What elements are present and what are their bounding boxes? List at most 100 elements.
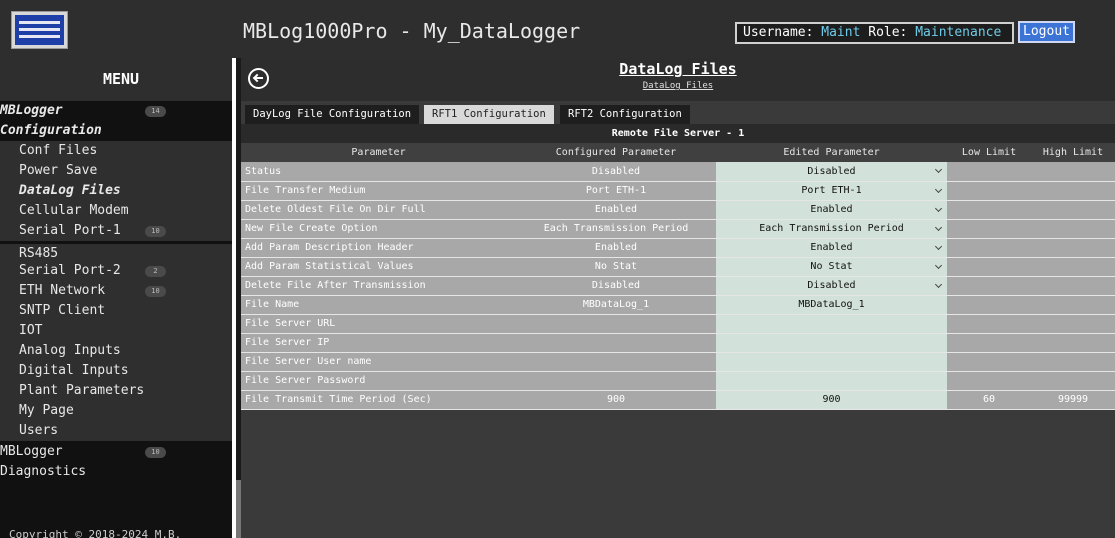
sidebar-item-label: Conf Files xyxy=(19,143,98,158)
sidebar-item-cellular-modem[interactable]: Cellular Modem xyxy=(0,201,232,221)
breadcrumb[interactable]: DataLog Files xyxy=(241,81,1115,91)
tab-rft1-config[interactable]: RFT1 Configuration xyxy=(424,105,554,124)
sidebar-item-mblogger[interactable]: MBLogger 10 xyxy=(0,442,232,462)
col-header-configured: Configured Parameter xyxy=(516,143,716,162)
parameter-name-text: Delete File After Transmission xyxy=(245,280,426,291)
edited-select[interactable]: Enabled xyxy=(716,200,947,220)
edited-input[interactable]: MBDataLog_1 xyxy=(716,295,947,315)
table-row: Add Param Description Header Enabled Enabl… xyxy=(241,238,1115,258)
col-header-edited: Edited Parameter xyxy=(716,143,947,162)
parameter-table: Parameter Configured Parameter Edited Pa… xyxy=(241,143,1115,410)
sidebar-item-serial-port-1[interactable]: Serial Port-1 10 xyxy=(0,221,232,241)
configured-value: Each Transmission Period xyxy=(516,219,716,239)
table-row: File Server Password xyxy=(241,371,1115,391)
tab-rft2-config[interactable]: RFT2 Configuration xyxy=(560,105,690,124)
edited-select[interactable]: Enabled xyxy=(716,238,947,258)
edited-select[interactable]: Disabled xyxy=(716,276,947,296)
configured-value-text: MBDataLog_1 xyxy=(582,299,650,310)
sidebar-item-plant-parameters[interactable]: Plant Parameters xyxy=(0,381,232,401)
edited-input[interactable] xyxy=(716,314,947,334)
col-header-low-limit: Low Limit xyxy=(947,143,1031,162)
sidebar-item-label: Configuration xyxy=(0,123,102,138)
logout-button[interactable]: Logout xyxy=(1018,21,1075,43)
chevron-down-icon[interactable] xyxy=(934,185,943,193)
edited-select-text: Port ETH-1 xyxy=(801,185,862,196)
edited-select[interactable]: Each Transmission Period xyxy=(716,219,947,239)
configured-value: MBDataLog_1 xyxy=(516,295,716,315)
parameter-name-text: Delete Oldest File On Dir Full xyxy=(245,204,426,215)
configured-value-text: Port ETH-1 xyxy=(585,185,647,196)
low-limit: 60 xyxy=(947,390,1031,410)
configured-value: No Stat xyxy=(516,257,716,277)
sidebar-item-configuration[interactable]: Configuration xyxy=(0,121,232,141)
parameter-name-text: New File Create Option xyxy=(245,223,378,234)
high-limit xyxy=(1031,219,1115,239)
high-limit xyxy=(1031,295,1115,315)
configured-value-text: No Stat xyxy=(594,261,638,272)
configured-value: Port ETH-1 xyxy=(516,181,716,201)
tab-daylog-config[interactable]: DayLog File Configuration xyxy=(245,105,420,124)
table-row: File Transfer Medium Port ETH-1 Port ETH-1 xyxy=(241,181,1115,201)
high-limit xyxy=(1031,162,1115,182)
sidebar-item-sntp-client[interactable]: SNTP Client xyxy=(0,301,232,321)
sidebar-item-eth-network[interactable]: ETH Network 10 xyxy=(0,281,232,301)
edited-input[interactable]: 900 xyxy=(716,390,947,410)
username-label: Username: xyxy=(743,25,814,40)
low-limit xyxy=(947,162,1031,182)
low-limit xyxy=(947,200,1031,220)
table-row: Delete Oldest File On Dir Full Enabled Ena… xyxy=(241,200,1115,220)
edited-input-text: 900 xyxy=(822,394,841,405)
parameter-name: File Server IP xyxy=(241,333,516,353)
parameter-name: Add Param Description Header xyxy=(241,238,516,258)
app-title: MBLog1000Pro - My_DataLogger xyxy=(243,19,581,43)
sidebar-item-diagnostics[interactable]: Diagnostics xyxy=(0,462,232,482)
sidebar-item-analog-inputs[interactable]: Analog Inputs xyxy=(0,341,232,361)
sidebar: MENU MBLogger 14 Configuration Conf Files Po… xyxy=(0,58,232,538)
sidebar-item-users[interactable]: Users xyxy=(0,421,232,441)
parameter-name: Delete File After Transmission xyxy=(241,276,516,296)
high-limit: 99999 xyxy=(1031,390,1115,410)
sidebar-item-label: MBLogger xyxy=(0,103,63,118)
chevron-down-icon[interactable] xyxy=(934,204,943,212)
parameter-name-text: Add Param Statistical Values xyxy=(245,261,414,272)
edited-input[interactable] xyxy=(716,352,947,372)
sidebar-item-power-save[interactable]: Power Save xyxy=(0,161,232,181)
high-limit xyxy=(1031,181,1115,201)
configured-value xyxy=(516,352,716,372)
edited-select[interactable]: No Stat xyxy=(716,257,947,277)
chevron-down-icon[interactable] xyxy=(934,165,943,174)
parameter-name-text: Status xyxy=(245,165,282,177)
high-limit xyxy=(1031,257,1115,277)
parameter-name-text: Add Param Description Header xyxy=(245,242,414,253)
high-limit xyxy=(1031,200,1115,220)
parameter-name-text: File Server IP xyxy=(245,337,330,348)
low-limit-text: 60 xyxy=(982,394,996,405)
sidebar-item-label: Analog Inputs xyxy=(19,343,121,358)
chevron-down-icon[interactable] xyxy=(934,242,943,250)
chevron-down-icon[interactable] xyxy=(934,223,943,231)
sidebar-item-label: RS485 xyxy=(19,246,59,261)
edited-select[interactable]: Port ETH-1 xyxy=(716,181,947,201)
sidebar-item-datalog-files[interactable]: DataLog Files xyxy=(0,181,232,201)
sidebar-item-conf-files[interactable]: Conf Files xyxy=(0,141,232,161)
sidebar-item-mblogger[interactable]: MBLogger 14 xyxy=(0,101,232,121)
sidebar-item-label: Power Save xyxy=(19,163,98,178)
parameter-name: Add Param Statistical Values xyxy=(241,257,516,277)
sidebar-item-serial-port-2[interactable]: Serial Port-2 2 xyxy=(0,261,232,281)
edited-input[interactable] xyxy=(716,371,947,391)
header-bar: MBLog1000Pro - My_DataLogger Username: M… xyxy=(0,0,1115,58)
sidebar-item-my-page[interactable]: My Page xyxy=(0,401,232,421)
parameter-name-text: File Transfer Medium xyxy=(245,185,366,196)
chevron-down-icon[interactable] xyxy=(934,280,943,288)
section-title: Remote File Server - 1 xyxy=(241,124,1115,143)
sidebar-item-label: DataLog Files xyxy=(19,183,121,198)
edited-input[interactable] xyxy=(716,333,947,353)
count-badge: 10 xyxy=(145,286,166,297)
low-limit xyxy=(947,181,1031,201)
edited-select[interactable]: Disabled xyxy=(716,162,947,182)
sidebar-item-iot[interactable]: IOT xyxy=(0,321,232,341)
high-limit xyxy=(1031,333,1115,353)
page-title: DataLog Files xyxy=(619,60,737,78)
chevron-down-icon[interactable] xyxy=(934,261,943,269)
sidebar-item-digital-inputs[interactable]: Digital Inputs xyxy=(0,361,232,381)
